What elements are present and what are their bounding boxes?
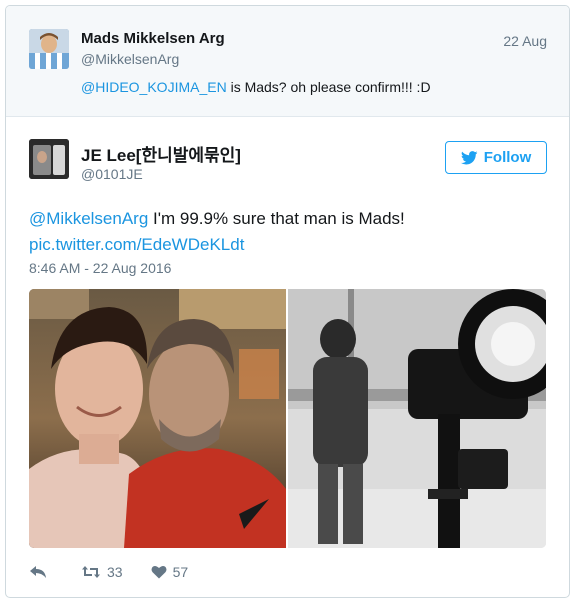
parent-avatar[interactable]: [29, 29, 69, 69]
follow-button[interactable]: Follow: [445, 141, 547, 174]
parent-mention-link[interactable]: @HIDEO_KOJIMA_EN: [81, 79, 227, 95]
parent-tweet[interactable]: Mads Mikkelsen Arg @MikkelsenArg 22 Aug …: [6, 6, 569, 117]
mention-link[interactable]: @MikkelsenArg: [29, 209, 148, 228]
retweet-button[interactable]: 33: [81, 564, 123, 580]
reply-icon: [30, 566, 46, 578]
media-link[interactable]: pic.twitter.com/EdeWDeKLdt: [29, 235, 244, 254]
parent-tweet-text: @HIDEO_KOJIMA_EN is Mads? oh please conf…: [81, 79, 431, 95]
parent-text-body: is Mads? oh please confirm!!! :D: [226, 79, 431, 95]
retweet-count: 33: [107, 564, 123, 580]
author-name[interactable]: JE Lee[한니발에묶인]: [81, 141, 241, 166]
reply-button[interactable]: [29, 565, 53, 579]
photo-studio[interactable]: [288, 289, 546, 548]
author-avatar[interactable]: [29, 139, 69, 179]
tweet-text: @MikkelsenArg I'm 99.9% sure that man is…: [29, 206, 549, 258]
retweet-icon: [82, 566, 100, 578]
like-count: 57: [172, 564, 189, 580]
parent-date[interactable]: 22 Aug: [503, 33, 547, 49]
twitter-bird-icon: [460, 150, 478, 164]
follow-label: Follow: [483, 149, 532, 166]
tweet-text-body: I'm 99.9% sure that man is Mads!: [148, 209, 405, 228]
tweet-actions: 33 57: [29, 562, 216, 582]
heart-icon: [151, 565, 167, 579]
parent-author-handle[interactable]: @MikkelsenArg: [81, 51, 179, 67]
like-button[interactable]: 57: [151, 564, 189, 580]
author-handle[interactable]: @0101JE: [81, 166, 143, 182]
media-grid: [29, 289, 546, 548]
photo-selfie[interactable]: [29, 289, 286, 548]
parent-author-name[interactable]: Mads Mikkelsen Arg: [81, 30, 225, 47]
tweet-embed: Mads Mikkelsen Arg @MikkelsenArg 22 Aug …: [5, 5, 570, 598]
tweet-timestamp[interactable]: 8:46 AM - 22 Aug 2016: [29, 260, 171, 276]
